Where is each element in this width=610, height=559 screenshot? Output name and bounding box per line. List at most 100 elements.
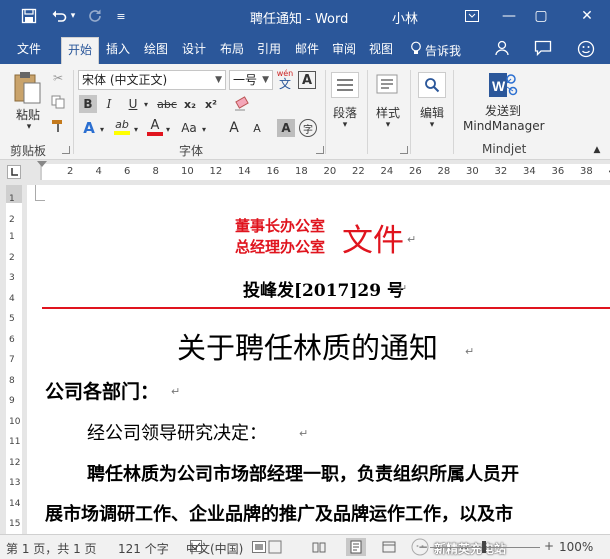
smiley-feedback-icon[interactable] [577, 40, 595, 62]
character-shading-button[interactable]: A [277, 119, 295, 137]
font-name-dropdown[interactable]: 宋体 (中文正文) ▼ [78, 70, 226, 90]
tab-home[interactable]: 开始 [61, 37, 100, 64]
undo-icon[interactable] [48, 6, 70, 26]
character-border-button[interactable]: A [298, 71, 316, 89]
styles-button[interactable]: 样式 [373, 104, 403, 121]
clear-formatting-icon[interactable] [232, 95, 252, 113]
focus-mode-icon[interactable] [268, 540, 282, 554]
underline-dropdown-icon[interactable]: ▾ [142, 95, 150, 113]
lightbulb-icon [410, 41, 422, 59]
chevron-down-icon[interactable]: ▾ [200, 120, 208, 138]
italic-button[interactable]: I [100, 95, 118, 113]
styles-launcher-icon[interactable] [400, 146, 408, 154]
tab-layout[interactable]: 布局 [220, 40, 244, 64]
comments-icon[interactable] [534, 40, 552, 60]
close-button[interactable]: ✕ [575, 5, 599, 27]
paste-button[interactable]: 粘贴 [13, 106, 43, 123]
undo-dropdown-icon[interactable]: ▾ [68, 6, 78, 26]
ruler-tick-label: 11 [9, 437, 21, 447]
ruler-tick-label: 4 [95, 166, 102, 177]
subscript-button[interactable]: x₂ [181, 95, 199, 113]
clipboard-launcher-icon[interactable] [62, 146, 70, 154]
tab-view[interactable]: 视图 [369, 40, 393, 64]
user-name[interactable]: 小林 [392, 8, 418, 27]
cut-icon[interactable]: ✂ [50, 70, 66, 86]
paragraph-dropdown-icon[interactable]: ▾ [331, 120, 359, 130]
mindmanager-icon[interactable]: W [486, 70, 520, 100]
group-divider [453, 70, 454, 154]
ruler-tick-label: 2 [9, 252, 15, 263]
ruler-tick-label: 24 [380, 166, 394, 177]
tab-insert[interactable]: 插入 [106, 40, 130, 64]
redo-icon[interactable] [84, 6, 106, 26]
paragraph-button[interactable]: 段落 [331, 104, 359, 121]
print-layout-icon[interactable] [346, 538, 366, 556]
phonetic-guide-button[interactable]: wén 文 [276, 66, 294, 92]
zoom-out-button[interactable]: − [418, 540, 428, 554]
enclose-characters-button[interactable]: 字 [299, 119, 317, 137]
underline-button[interactable]: U [124, 95, 142, 113]
account-icon[interactable] [494, 40, 510, 60]
language[interactable]: 中文(中国) [186, 540, 243, 557]
tab-references[interactable]: 引用 [257, 40, 281, 64]
decision-paragraph: 经公司领导研究决定： [87, 423, 267, 444]
web-layout-icon[interactable] [382, 540, 396, 554]
zoom-slider-thumb[interactable] [482, 541, 486, 553]
editing-button[interactable]: 编辑 [418, 104, 446, 121]
change-case-button[interactable]: Aa [178, 119, 200, 137]
format-painter-icon[interactable] [50, 118, 66, 134]
header-line-gm: 总经理办公室 [235, 238, 326, 256]
ruler-tick-label: 36 [551, 166, 565, 177]
font-size-dropdown[interactable]: 一号 ▼ [229, 70, 273, 90]
tab-file[interactable]: 文件 [17, 40, 41, 64]
bold-button[interactable]: B [79, 95, 97, 113]
tab-design[interactable]: 设计 [182, 40, 206, 64]
paste-dropdown-icon[interactable]: ▾ [19, 122, 39, 132]
first-line-indent-marker[interactable] [37, 161, 47, 167]
tab-mailings[interactable]: 邮件 [295, 40, 319, 64]
read-mode-icon[interactable] [312, 540, 326, 554]
chevron-down-icon[interactable]: ▾ [132, 120, 140, 138]
send-to-mindmanager-button[interactable]: 发送到 MindManager [463, 104, 545, 134]
editing-dropdown-icon[interactable]: ▾ [418, 120, 446, 130]
collapse-ribbon-icon[interactable]: ▲ [591, 144, 603, 156]
ribbon-display-options-icon[interactable] [460, 5, 484, 27]
ruler-tick-label: 15 [9, 519, 21, 529]
restore-button[interactable]: ▢ [529, 5, 553, 27]
word-count[interactable]: 121 个字 [118, 540, 169, 557]
page-count[interactable]: 第 1 页，共 1 页 [6, 540, 97, 557]
document-page[interactable]: 董事长办公室 总经理办公室 文件 ↵ 投峰发[2017]29 号 ↵ 关于聘任林… [27, 185, 610, 534]
tab-review[interactable]: 审阅 [332, 40, 356, 64]
superscript-button[interactable]: x² [202, 95, 220, 113]
styles-icon[interactable] [373, 72, 403, 98]
horizontal-ruler[interactable]: 246810121416182022242628303234363840 [37, 161, 610, 180]
save-icon[interactable] [18, 6, 40, 26]
tell-me-search[interactable]: 告诉我 [410, 41, 461, 59]
font-color-button[interactable]: A [146, 117, 164, 137]
ribbon-tabs: 文件 开始 插入 绘图 设计 布局 引用 邮件 审阅 视图 告诉我 [0, 33, 610, 64]
chevron-down-icon[interactable]: ▾ [164, 120, 172, 138]
font-launcher-icon[interactable] [316, 146, 324, 154]
strikethrough-button[interactable]: abc [156, 95, 178, 113]
macro-record-icon[interactable] [252, 541, 266, 553]
customize-qat-icon[interactable]: ≡ [114, 6, 128, 26]
ruler-tick-label: 5 [9, 314, 15, 324]
shrink-font-button[interactable]: A [248, 119, 266, 137]
minimize-button[interactable]: — [497, 5, 521, 27]
chevron-down-icon: ▼ [215, 75, 222, 85]
styles-dropdown-icon[interactable]: ▾ [373, 120, 403, 130]
paragraph-icon[interactable] [331, 72, 359, 98]
chevron-down-icon[interactable]: ▾ [98, 120, 106, 138]
text-effects-button[interactable]: A [80, 119, 98, 137]
find-magnifier-icon[interactable] [418, 72, 446, 98]
tab-selector-icon[interactable] [7, 165, 21, 179]
clipboard-paste-icon[interactable] [10, 70, 44, 106]
tab-draw[interactable]: 绘图 [144, 40, 168, 64]
paragraph-mark: ↵ [171, 385, 181, 398]
zoom-level[interactable]: 100% [559, 540, 593, 554]
grow-font-button[interactable]: A [225, 119, 243, 137]
zoom-in-button[interactable]: + [544, 539, 554, 553]
highlight-color-button[interactable]: ab [112, 117, 132, 137]
copy-icon[interactable] [50, 94, 66, 110]
vertical-ruler[interactable]: 1 2 1 2 3 4 5 6 7 8 9 10 11 12 13 14 15 [6, 185, 22, 534]
